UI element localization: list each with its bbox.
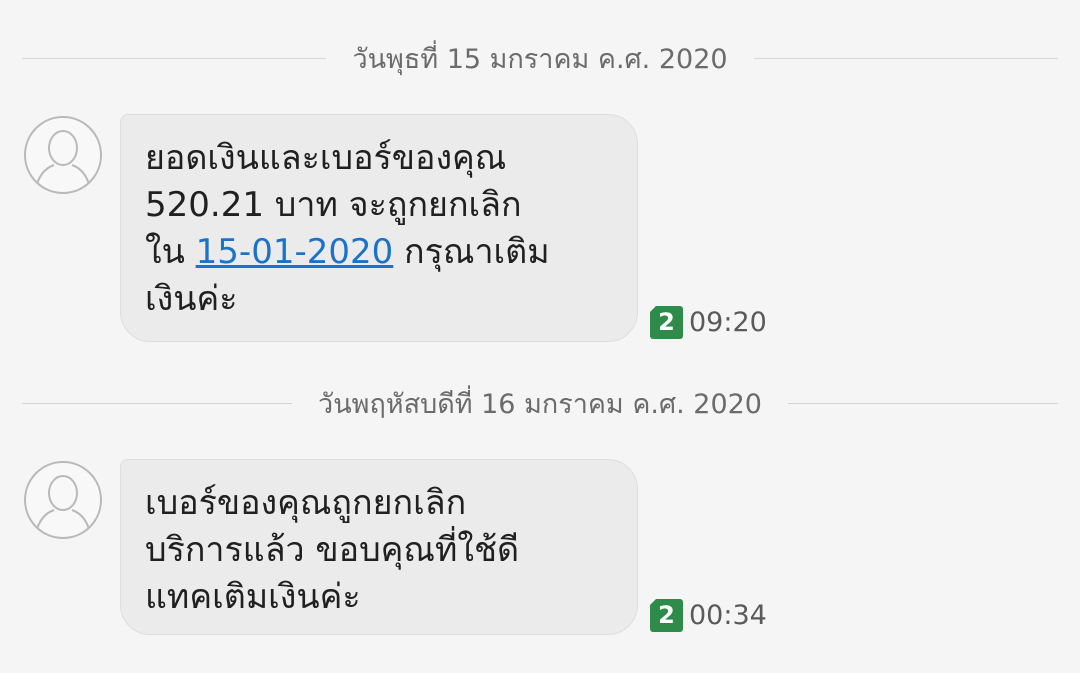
date-link[interactable]: 15-01-2020 — [196, 232, 394, 272]
sim-card-icon: 2 — [649, 597, 683, 632]
message-text-line: ใน 15-01-2020 กรุณาเติม — [145, 229, 615, 276]
date-separator: วันพุธที่ 15 มกราคม ค.ศ. 2020 — [22, 38, 1059, 78]
date-label: วันพฤหัสบดีที่ 16 มกราคม ค.ศ. 2020 — [318, 388, 762, 420]
message-bubble[interactable]: เบอร์ของคุณถูกยกเลิก บริการแล้ว ขอบคุณที… — [120, 459, 638, 635]
message-meta: 2 00:34 — [649, 597, 767, 632]
message-text-line: 520.21 บาท จะถูกยกเลิก — [145, 185, 522, 225]
message-text-line: ยอดเงินและเบอร์ของคุณ — [145, 138, 507, 178]
divider — [753, 57, 1059, 59]
contact-avatar-icon[interactable] — [24, 461, 102, 539]
message-text-line: เงินค่ะ — [145, 279, 238, 319]
message-meta: 2 09:20 — [649, 304, 767, 339]
date-label: วันพุธที่ 15 มกราคม ค.ศ. 2020 — [352, 43, 728, 75]
message-text-line: เบอร์ของคุณถูกยกเลิก — [145, 483, 467, 523]
divider — [787, 402, 1059, 404]
divider — [22, 402, 293, 404]
person-placeholder-icon — [35, 130, 91, 189]
message-text-line: แทคเติมเงินค่ะ — [145, 577, 361, 617]
contact-avatar-icon[interactable] — [24, 116, 102, 194]
message-text-line: บริการแล้ว ขอบคุณที่ใช้ดี — [145, 530, 520, 570]
divider — [22, 57, 327, 59]
message-time: 00:34 — [689, 599, 767, 631]
message-bubble[interactable]: ยอดเงินและเบอร์ของคุณ 520.21 บาท จะถูกยก… — [120, 114, 638, 342]
message-text-segment: กรุณาเติม — [393, 232, 550, 272]
sim-card-icon: 2 — [649, 304, 683, 339]
message-text-segment: ใน — [145, 232, 196, 272]
message-time: 09:20 — [689, 306, 767, 338]
person-placeholder-icon — [35, 475, 91, 534]
date-separator: วันพฤหัสบดีที่ 16 มกราคม ค.ศ. 2020 — [22, 383, 1059, 423]
